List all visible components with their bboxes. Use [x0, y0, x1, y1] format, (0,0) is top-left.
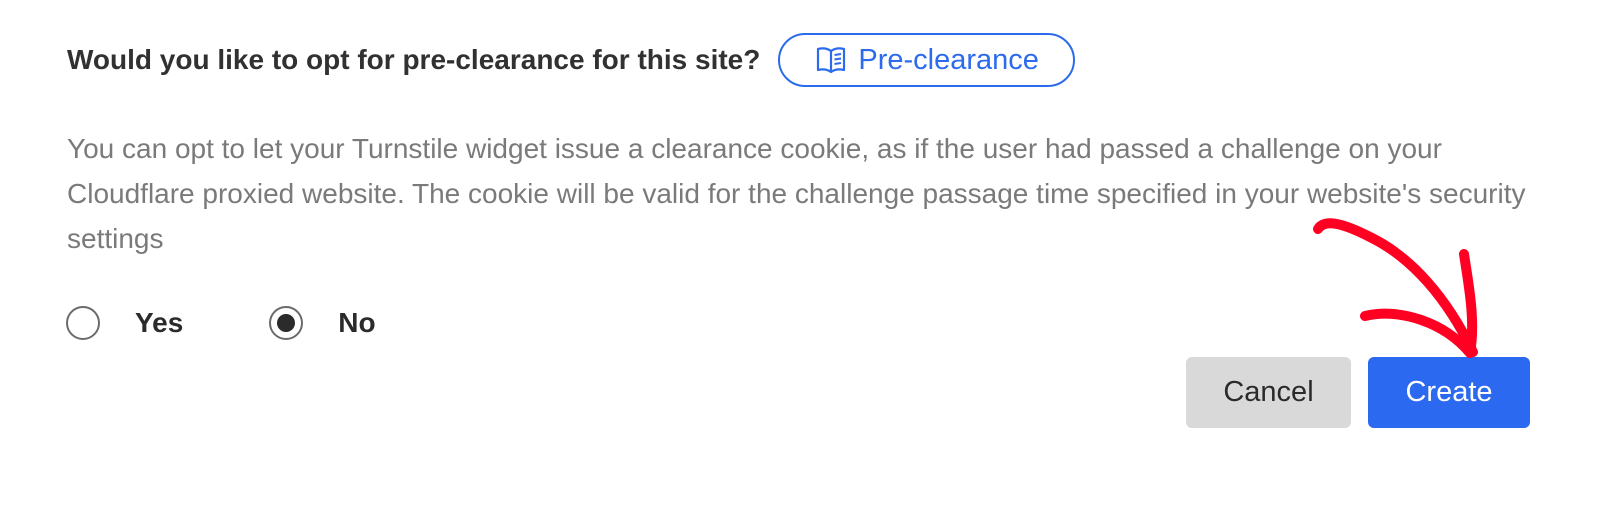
pre-clearance-radio-group: Yes No: [66, 306, 376, 340]
radio-button-no[interactable]: [269, 306, 304, 340]
pre-clearance-form: Would you like to opt for pre-clearance …: [0, 0, 1600, 526]
pre-clearance-question: Would you like to opt for pre-clearance …: [67, 44, 761, 75]
radio-selected-dot: [277, 314, 296, 332]
book-open-icon: [816, 46, 846, 74]
form-actions: Cancel Create: [1186, 357, 1530, 428]
pre-clearance-doc-link[interactable]: Pre-clearance: [778, 33, 1075, 87]
pre-clearance-question-row: Would you like to opt for pre-clearance …: [67, 33, 1075, 87]
cancel-button[interactable]: Cancel: [1186, 357, 1351, 428]
radio-option-no[interactable]: No: [269, 306, 376, 340]
radio-label-yes: Yes: [135, 307, 184, 338]
pre-clearance-description: You can opt to let your Turnstile widget…: [67, 133, 1526, 254]
radio-option-yes[interactable]: Yes: [66, 306, 183, 340]
create-button[interactable]: Create: [1368, 357, 1530, 428]
radio-label-no: No: [338, 307, 376, 338]
pre-clearance-doc-link-label: Pre-clearance: [858, 43, 1039, 76]
radio-button-yes[interactable]: [66, 306, 100, 340]
